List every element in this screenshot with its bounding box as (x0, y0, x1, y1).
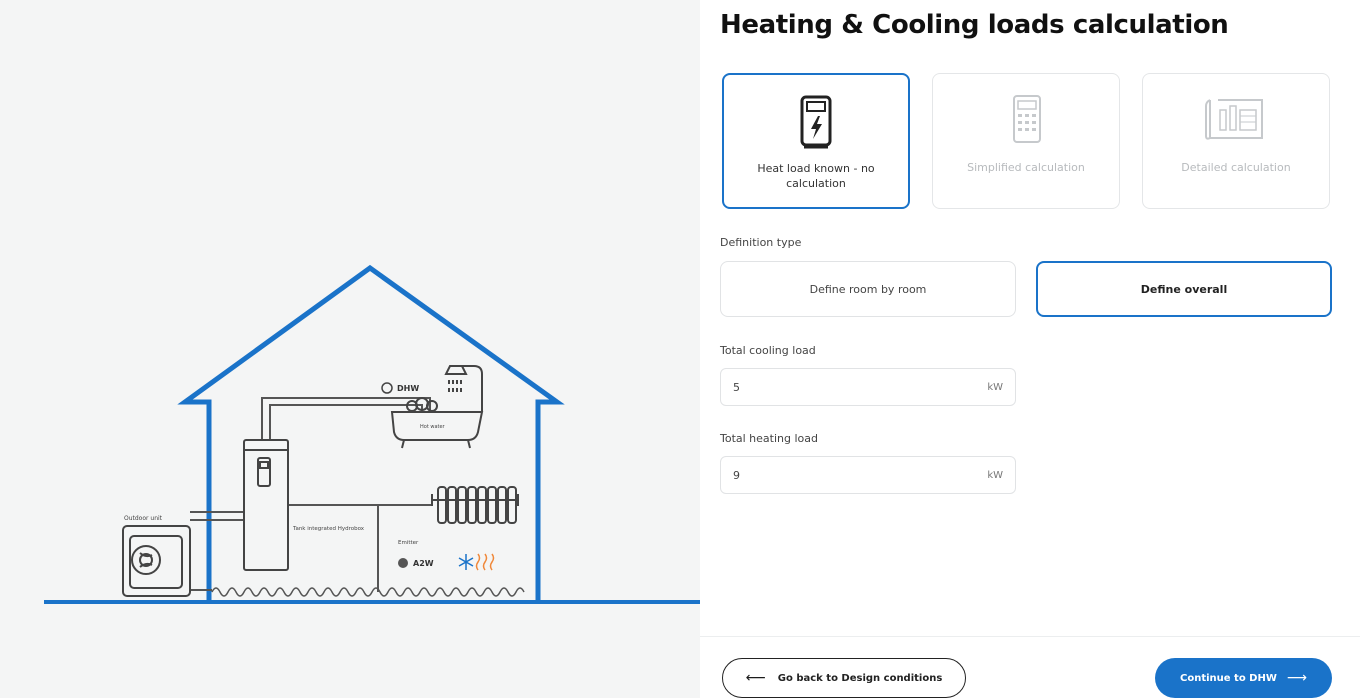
option-label: Detailed calculation (1181, 161, 1291, 174)
outdoor-unit-label: Outdoor unit (124, 515, 163, 522)
tank-hydrobox (243, 439, 289, 571)
snowflake-icon (458, 554, 474, 570)
define-overall-button[interactable]: Define overall (1036, 261, 1332, 317)
arrow-left-icon: ⟵ (745, 670, 766, 686)
calculator-icon (1006, 92, 1046, 150)
tank-label: Tank integrated Hydrobox (292, 526, 365, 532)
heating-load-input[interactable] (733, 468, 988, 482)
a2w-label: A2W (413, 559, 434, 568)
cooling-load-label: Total cooling load (720, 344, 816, 357)
definition-type-label: Definition type (720, 236, 802, 249)
a2w-dot-icon (398, 558, 408, 568)
option-detailed-calculation[interactable]: Detailed calculation (1142, 73, 1330, 209)
power-unit-icon (796, 93, 836, 151)
option-simplified-calculation[interactable]: Simplified calculation (932, 73, 1120, 209)
heat-waves-icon (475, 553, 495, 571)
house-illustration: Outdoor unit Tank integrated Hydrobox Ho… (0, 0, 700, 698)
footer-divider (700, 636, 1360, 637)
cooling-unit: kW (987, 381, 1003, 393)
continue-button[interactable]: Continue to DHW ⟶ (1155, 658, 1332, 698)
define-room-by-room-button[interactable]: Define room by room (720, 261, 1016, 317)
option-heat-load-known[interactable]: Heat load known - no calculation (722, 73, 910, 209)
pipe-lines (190, 397, 432, 592)
option-label: Simplified calculation (967, 161, 1085, 174)
heating-load-label: Total heating load (720, 432, 818, 445)
back-button[interactable]: ⟵ Go back to Design conditions (722, 658, 966, 698)
arrow-right-icon: ⟶ (1286, 670, 1307, 686)
heating-load-field[interactable]: kW (720, 456, 1016, 494)
house-diagram: Outdoor unit Tank integrated Hydrobox Ho… (44, 264, 700, 604)
dhw-label: DHW (397, 384, 419, 393)
page-title: Heating & Cooling loads calculation (720, 10, 1229, 40)
continue-button-label: Continue to DHW (1180, 672, 1277, 684)
loads-panel: Heating & Cooling loads calculation Heat… (700, 0, 1360, 698)
dhw-radio-icon (381, 382, 393, 394)
cooling-load-input[interactable] (733, 380, 988, 394)
bathtub (390, 365, 484, 449)
underfloor-heating (211, 587, 525, 597)
emitter-label: Emitter (398, 540, 419, 546)
blueprint-icon (1204, 92, 1268, 150)
outdoor-unit (122, 525, 191, 597)
heating-unit: kW (987, 469, 1003, 481)
radiator (431, 486, 519, 524)
option-label: Heat load known - no calculation (757, 162, 875, 190)
back-button-label: Go back to Design conditions (777, 672, 943, 684)
house-outline (177, 264, 565, 600)
cooling-load-field[interactable]: kW (720, 368, 1016, 406)
hot-water-label: Hot water (420, 424, 446, 430)
